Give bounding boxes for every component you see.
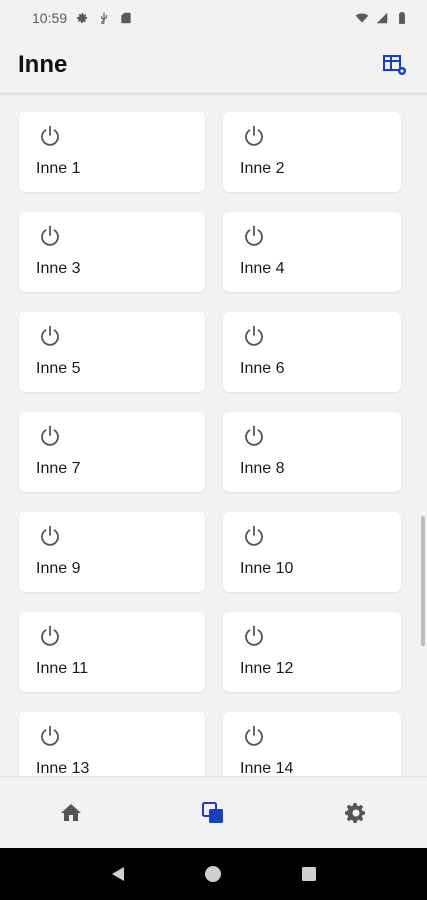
devices-icon	[202, 801, 224, 823]
sd-card-icon	[121, 12, 131, 24]
device-tile-label: Inne 6	[240, 360, 285, 377]
device-tile-label: Inne 1	[36, 160, 81, 177]
grid-settings-icon	[383, 54, 406, 75]
device-tile-label: Inne 7	[36, 460, 81, 477]
status-left: 10:59	[32, 10, 133, 26]
device-tile[interactable]: Inne 1	[19, 112, 205, 192]
device-tile-label: Inne 2	[240, 160, 285, 177]
device-tile-label: Inne 8	[240, 460, 285, 477]
usb-icon	[101, 12, 107, 25]
status-right	[355, 11, 409, 25]
device-tile[interactable]: Inne 14	[223, 712, 401, 776]
device-tile-label: Inne 13	[36, 760, 90, 776]
system-back-button[interactable]	[107, 863, 129, 885]
power-icon	[245, 125, 263, 146]
gear-icon	[344, 802, 365, 823]
device-tile-label: Inne 9	[36, 560, 81, 577]
power-icon	[41, 225, 59, 246]
device-tile[interactable]: Inne 3	[19, 212, 205, 292]
power-icon	[41, 125, 59, 146]
power-icon	[245, 725, 263, 746]
device-tile[interactable]: Inne 2	[223, 112, 401, 192]
power-icon	[245, 225, 263, 246]
device-tile-label: Inne 4	[240, 260, 285, 277]
home-icon	[61, 803, 82, 821]
device-tile[interactable]: Inne 5	[19, 312, 205, 392]
device-tile-label: Inne 12	[240, 660, 294, 677]
device-tile[interactable]: Inne 8	[223, 412, 401, 492]
tiles-grid: Inne 1 Inne 2 Inne 3 Inne 4 Inne 5 Inne 6 Inne…	[0, 96, 427, 776]
page-title: Inne	[18, 50, 68, 78]
device-tile[interactable]: Inne 7	[19, 412, 205, 492]
device-tile-label: Inne 10	[240, 560, 294, 577]
power-icon	[41, 625, 59, 646]
system-home-button[interactable]	[202, 863, 224, 885]
home-circle-icon	[205, 866, 222, 882]
device-tile[interactable]: Inne 4	[223, 212, 401, 292]
power-icon	[245, 425, 263, 446]
power-icon	[41, 325, 59, 346]
status-bar: 10:59	[0, 0, 427, 36]
wifi-icon	[355, 13, 369, 23]
device-tile[interactable]: Inne 6	[223, 312, 401, 392]
nav-devices[interactable]	[142, 777, 284, 848]
device-tile-label: Inne 14	[240, 760, 294, 776]
power-icon	[41, 425, 59, 446]
settings-icon	[76, 12, 88, 24]
status-time: 10:59	[32, 10, 68, 26]
device-tile-label: Inne 3	[36, 260, 81, 277]
device-tile[interactable]: Inne 9	[19, 512, 205, 592]
power-icon	[245, 625, 263, 646]
device-tile[interactable]: Inne 10	[223, 512, 401, 592]
device-tile-label: Inne 11	[36, 660, 89, 677]
nav-home[interactable]	[0, 777, 142, 848]
device-tile[interactable]: Inne 12	[223, 612, 401, 692]
power-icon	[41, 725, 59, 746]
system-recents-button[interactable]	[298, 863, 320, 885]
device-tile[interactable]: Inne 13	[19, 712, 205, 776]
power-icon	[41, 525, 59, 546]
device-tile-label: Inne 5	[36, 360, 81, 377]
power-icon	[245, 525, 263, 546]
nav-settings[interactable]	[285, 777, 427, 848]
signal-icon	[376, 12, 388, 24]
back-triangle-icon	[111, 867, 124, 881]
battery-icon	[399, 12, 405, 24]
recents-square-icon	[302, 867, 317, 881]
grid-settings-button[interactable]	[381, 51, 409, 79]
tiles-scroll-area[interactable]: Inne 1 Inne 2 Inne 3 Inne 4 Inne 5 Inne 6 Inne…	[0, 96, 427, 776]
system-navigation-bar	[0, 848, 427, 900]
app-bar: Inne	[0, 36, 427, 94]
power-icon	[245, 325, 263, 346]
scrollbar[interactable]	[421, 516, 425, 646]
bottom-navigation	[0, 776, 427, 848]
device-tile[interactable]: Inne 11	[19, 612, 205, 692]
